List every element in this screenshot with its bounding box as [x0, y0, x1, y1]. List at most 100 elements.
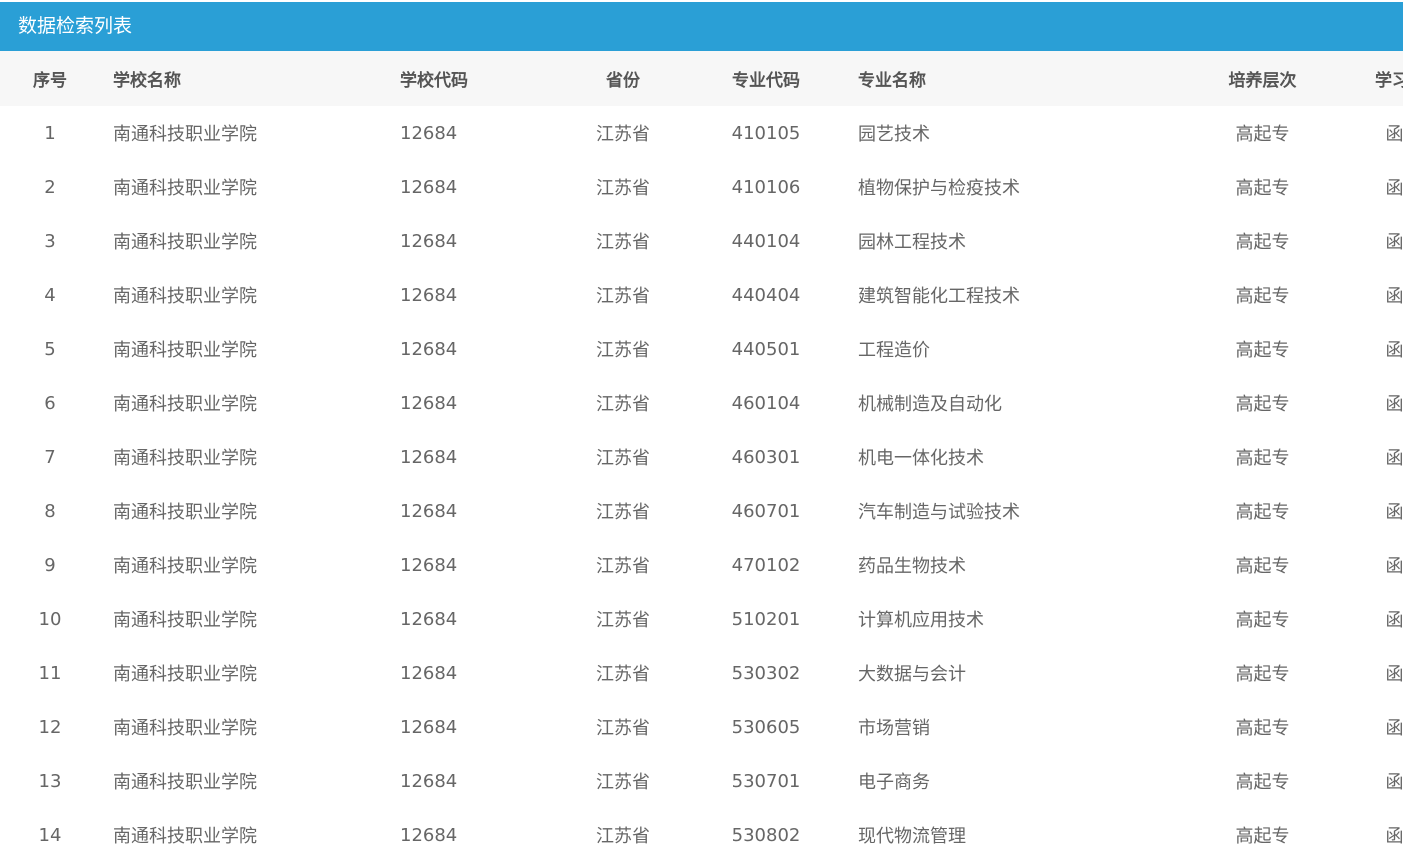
cell-major-name: 市场营销	[858, 718, 930, 739]
cell-no: 8	[44, 500, 56, 522]
table-row: 6 南通科技职业学院 12684 江苏省 460104 机械制造及自动化 高起专 函授	[0, 376, 1403, 430]
column-header-level: 培养层次	[1228, 71, 1297, 91]
cell-major-code: 460301	[731, 446, 801, 468]
column-header-school: 学校名称	[113, 71, 181, 91]
table-row: 12 南通科技职业学院 12684 江苏省 530605 市场营销 高起专 函授	[0, 700, 1403, 754]
cell-major-name: 机电一体化技术	[858, 448, 984, 469]
cell-province: 江苏省	[596, 826, 650, 847]
cell-no: 9	[44, 554, 56, 576]
cell-study-form: 函授	[1385, 232, 1403, 253]
cell-school: 南通科技职业学院	[113, 556, 257, 577]
column-header-major-code: 专业代码	[732, 71, 800, 91]
cell-major-code: 440104	[731, 230, 801, 252]
cell-province: 江苏省	[596, 556, 650, 577]
cell-province: 江苏省	[596, 718, 650, 739]
cell-level: 高起专	[1235, 232, 1290, 253]
cell-study-form: 函授	[1385, 826, 1403, 847]
cell-study-form: 函授	[1385, 394, 1403, 415]
cell-major-code: 440404	[731, 284, 801, 306]
cell-study-form: 函授	[1385, 340, 1403, 361]
cell-major-code: 530302	[731, 662, 801, 684]
cell-no: 11	[38, 662, 62, 684]
cell-study-form: 函授	[1385, 124, 1403, 145]
table-header: 序号 学校名称 学校代码 省份 专业代码 专业名称 培养层次 学习形式	[0, 51, 1403, 106]
cell-level: 高起专	[1235, 772, 1290, 793]
cell-school: 南通科技职业学院	[113, 826, 257, 847]
cell-major-code: 530701	[731, 770, 801, 792]
cell-province: 江苏省	[596, 286, 650, 307]
cell-school-code: 12684	[400, 446, 458, 468]
cell-study-form: 函授	[1385, 286, 1403, 307]
table-row: 11 南通科技职业学院 12684 江苏省 530302 大数据与会计 高起专 函授	[0, 646, 1403, 700]
cell-school-code: 12684	[400, 176, 458, 198]
cell-province: 江苏省	[596, 448, 650, 469]
cell-school-code: 12684	[400, 608, 458, 630]
cell-major-code: 510201	[731, 608, 801, 630]
cell-school-code: 12684	[400, 338, 458, 360]
cell-level: 高起专	[1235, 610, 1290, 631]
cell-study-form: 函授	[1385, 556, 1403, 577]
cell-major-name: 植物保护与检疫技术	[858, 178, 1020, 199]
cell-major-name: 园艺技术	[858, 124, 930, 145]
cell-no: 5	[44, 338, 56, 360]
cell-major-code: 410105	[731, 122, 801, 144]
cell-province: 江苏省	[596, 340, 650, 361]
cell-school-code: 12684	[400, 230, 458, 252]
cell-major-name: 大数据与会计	[858, 664, 966, 685]
cell-major-code: 460104	[731, 392, 801, 414]
cell-no: 10	[38, 608, 62, 630]
panel-title: 数据检索列表	[0, 2, 1403, 51]
column-header-major-name: 专业名称	[858, 71, 926, 91]
cell-study-form: 函授	[1385, 448, 1403, 469]
cell-no: 2	[44, 176, 56, 198]
cell-major-name: 工程造价	[858, 340, 930, 361]
cell-school: 南通科技职业学院	[113, 124, 257, 145]
cell-level: 高起专	[1235, 286, 1290, 307]
cell-major-name: 计算机应用技术	[858, 610, 984, 631]
table-row: 2 南通科技职业学院 12684 江苏省 410106 植物保护与检疫技术 高起专 函授	[0, 160, 1403, 214]
cell-province: 江苏省	[596, 772, 650, 793]
cell-major-name: 机械制造及自动化	[858, 394, 1002, 415]
cell-study-form: 函授	[1385, 772, 1403, 793]
cell-school: 南通科技职业学院	[113, 664, 257, 685]
cell-major-name: 药品生物技术	[858, 556, 966, 577]
cell-province: 江苏省	[596, 124, 650, 145]
column-header-no: 序号	[33, 71, 67, 91]
table-header-row: 序号 学校名称 学校代码 省份 专业代码 专业名称 培养层次 学习形式	[0, 51, 1403, 106]
cell-school: 南通科技职业学院	[113, 178, 257, 199]
cell-level: 高起专	[1235, 394, 1290, 415]
cell-major-code: 440501	[731, 338, 801, 360]
cell-no: 14	[38, 824, 62, 846]
cell-level: 高起专	[1235, 178, 1290, 199]
cell-school-code: 12684	[400, 824, 458, 846]
cell-school-code: 12684	[400, 500, 458, 522]
cell-major-code: 470102	[731, 554, 801, 576]
cell-school: 南通科技职业学院	[113, 718, 257, 739]
cell-school: 南通科技职业学院	[113, 340, 257, 361]
table-row: 8 南通科技职业学院 12684 江苏省 460701 汽车制造与试验技术 高起专 函授	[0, 484, 1403, 538]
cell-study-form: 函授	[1385, 718, 1403, 739]
cell-school-code: 12684	[400, 662, 458, 684]
cell-level: 高起专	[1235, 448, 1290, 469]
cell-level: 高起专	[1235, 718, 1290, 739]
cell-province: 江苏省	[596, 232, 650, 253]
results-table: 序号 学校名称 学校代码 省份 专业代码 专业名称 培养层次 学习形式 1 南通科…	[0, 51, 1403, 862]
cell-major-name: 电子商务	[858, 772, 930, 793]
table-row: 7 南通科技职业学院 12684 江苏省 460301 机电一体化技术 高起专 函授	[0, 430, 1403, 484]
cell-no: 4	[44, 284, 56, 306]
cell-no: 1	[44, 122, 56, 144]
column-header-school-code: 学校代码	[400, 71, 468, 91]
cell-school-code: 12684	[400, 770, 458, 792]
cell-school: 南通科技职业学院	[113, 394, 257, 415]
cell-school-code: 12684	[400, 284, 458, 306]
cell-school: 南通科技职业学院	[113, 286, 257, 307]
cell-major-name: 园林工程技术	[858, 232, 966, 253]
cell-major-name: 汽车制造与试验技术	[858, 502, 1020, 523]
table-row: 9 南通科技职业学院 12684 江苏省 470102 药品生物技术 高起专 函授	[0, 538, 1403, 592]
cell-province: 江苏省	[596, 664, 650, 685]
cell-level: 高起专	[1235, 502, 1290, 523]
table-row: 10 南通科技职业学院 12684 江苏省 510201 计算机应用技术 高起专 函授	[0, 592, 1403, 646]
cell-study-form: 函授	[1385, 178, 1403, 199]
cell-major-code: 460701	[731, 500, 801, 522]
table-row: 1 南通科技职业学院 12684 江苏省 410105 园艺技术 高起专 函授	[0, 106, 1403, 160]
